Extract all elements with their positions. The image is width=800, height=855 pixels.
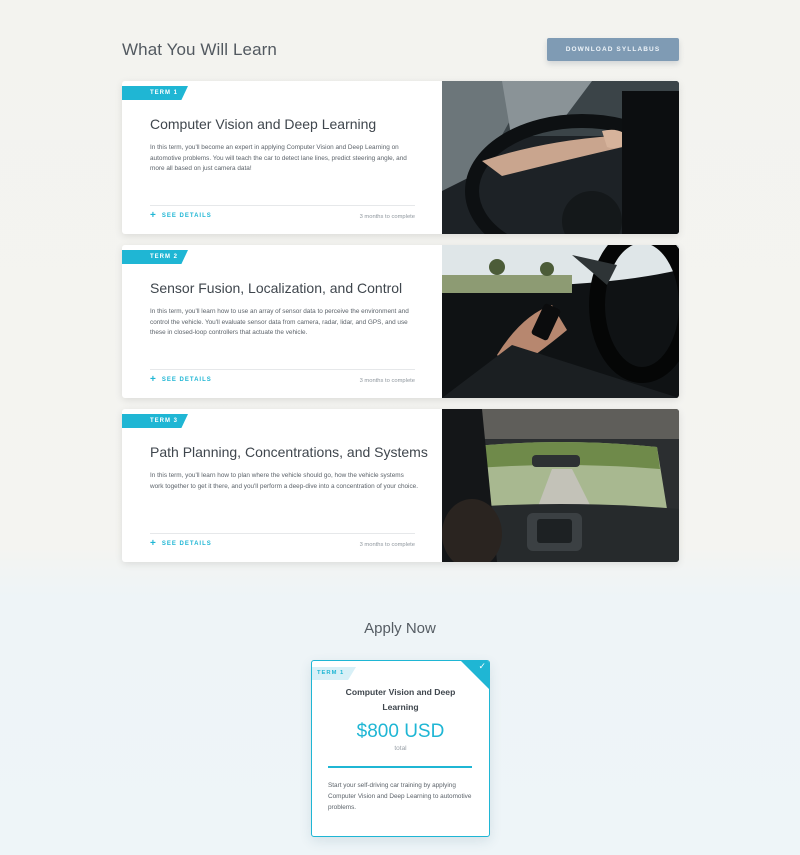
check-icon: ✓ bbox=[478, 662, 486, 672]
apply-price: $800 USD bbox=[356, 721, 445, 742]
term-description: In this term, you'll learn how to plan w… bbox=[150, 472, 419, 490]
term-body: Sensor Fusion, Localization, and Control… bbox=[150, 245, 415, 398]
plus-icon: + bbox=[150, 210, 157, 221]
term-card-3: TERM 3 Path Planning, Concentrations, an… bbox=[122, 409, 679, 562]
see-details-label: SEE DETAILS bbox=[161, 213, 212, 219]
term-description: In this term, you'll learn how to use an… bbox=[150, 308, 409, 336]
term-card-2: TERM 2 Sensor Fusion, Localization, and … bbox=[122, 245, 679, 398]
see-details-link[interactable]: + SEE DETAILS bbox=[150, 374, 212, 385]
term-image-phone-in-car bbox=[442, 245, 679, 398]
term-duration: 3 months to complete bbox=[359, 214, 415, 220]
apply-course-title: Computer Vision and Deep Learning bbox=[345, 687, 456, 712]
see-details-link[interactable]: + SEE DETAILS bbox=[150, 210, 212, 221]
apply-description: Start your self-driving car training by … bbox=[328, 782, 472, 811]
term-footer: + SEE DETAILS 3 months to complete bbox=[150, 533, 415, 555]
term-duration: 3 months to complete bbox=[359, 542, 415, 548]
term-footer: + SEE DETAILS 3 months to complete bbox=[150, 205, 415, 227]
see-details-label: SEE DETAILS bbox=[161, 377, 212, 383]
term-body: Path Planning, Concentrations, and Syste… bbox=[150, 409, 428, 562]
plus-icon: + bbox=[150, 538, 157, 549]
term-body: Computer Vision and Deep Learning In thi… bbox=[150, 81, 415, 234]
divider bbox=[328, 766, 472, 768]
term-title: Path Planning, Concentrations, and Syste… bbox=[150, 444, 428, 460]
term-title: Sensor Fusion, Localization, and Control bbox=[150, 280, 403, 296]
plus-icon: + bbox=[150, 374, 157, 385]
term-badge: TERM 1 bbox=[312, 667, 356, 680]
term-image-steering-touchscreen bbox=[442, 81, 679, 234]
term-card-1: TERM 1 Computer Vision and Deep Learning… bbox=[122, 81, 679, 234]
term-image-driver-road bbox=[442, 409, 679, 562]
learn-header: What You Will Learn DOWNLOAD SYLLABUS bbox=[122, 38, 679, 62]
see-details-label: SEE DETAILS bbox=[161, 541, 212, 547]
term-description: In this term, you'll become an expert in… bbox=[150, 144, 407, 172]
apply-card-term-1[interactable]: TERM 1 ✓ Computer Vision and Deep Learni… bbox=[311, 660, 490, 837]
term-footer: + SEE DETAILS 3 months to complete bbox=[150, 369, 415, 391]
apply-price-note: total bbox=[394, 745, 407, 752]
download-syllabus-button[interactable]: DOWNLOAD SYLLABUS bbox=[547, 38, 679, 61]
term-title: Computer Vision and Deep Learning bbox=[150, 116, 377, 132]
term-duration: 3 months to complete bbox=[359, 378, 415, 384]
see-details-link[interactable]: + SEE DETAILS bbox=[150, 538, 212, 549]
apply-title: Apply Now bbox=[364, 620, 436, 637]
section-title: What You Will Learn bbox=[122, 40, 277, 59]
